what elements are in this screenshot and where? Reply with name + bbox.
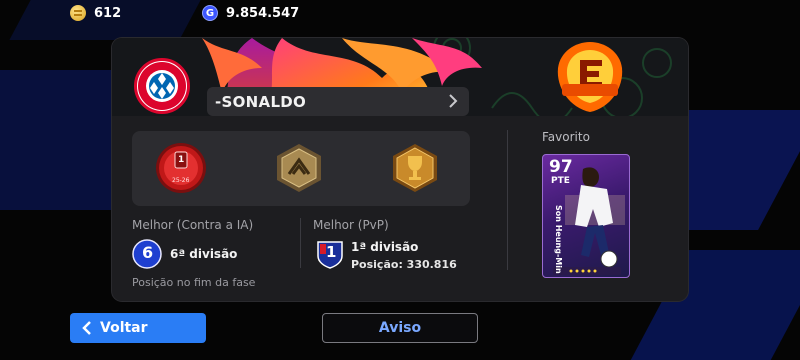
coin-icon	[70, 5, 86, 21]
coins-counter: 612	[70, 5, 121, 21]
best-ai-division: 6ª divisão	[170, 247, 238, 261]
season-division-1-trophy[interactable]	[155, 142, 207, 194]
favorite-label: Favorito	[542, 130, 590, 144]
back-button[interactable]: Voltar	[70, 313, 206, 343]
notice-button[interactable]: Aviso	[322, 313, 478, 343]
best-pvp-division: 1ª divisão	[351, 240, 419, 254]
favorite-player-card[interactable]: 97 PTE Son Heung-Min	[542, 154, 630, 278]
gp-icon: G	[202, 5, 218, 21]
gold-hexagon-trophy[interactable]	[389, 142, 441, 194]
bronze-hexagon-emblem[interactable]	[273, 142, 325, 194]
player-name: Son Heung-Min	[554, 205, 563, 274]
player-rating: 97	[549, 157, 573, 177]
divider	[507, 130, 508, 270]
profile-card: -SONALDO 1 25-26 Melhor (Contra a IA) 6 …	[112, 38, 688, 301]
username-text: -SONALDO	[215, 92, 307, 111]
divider	[300, 218, 301, 268]
back-label: Voltar	[100, 320, 148, 336]
efootball-logo	[557, 42, 623, 112]
notice-label: Aviso	[378, 320, 422, 336]
player-position: PTE	[551, 176, 570, 186]
trophy-rank: 1	[178, 155, 185, 165]
best-pvp-label: Melhor (PvP)	[313, 218, 389, 232]
trophy-panel: 1 25-26	[132, 131, 470, 206]
division-6-number: 6	[142, 243, 154, 262]
trophy-season: 25-26	[172, 177, 190, 184]
best-ai-footnote: Posição no fim da fase	[132, 276, 256, 289]
gp-counter: G 9.854.547	[202, 5, 299, 21]
division-1-number: 1	[326, 243, 337, 261]
best-ai-label: Melhor (Contra a IA)	[132, 218, 254, 232]
gp-value: 9.854.547	[226, 5, 300, 21]
club-logo	[134, 58, 190, 114]
best-pvp-position: Posição: 330.816	[351, 258, 457, 271]
chevron-right-icon	[449, 94, 458, 108]
coins-value: 612	[94, 5, 122, 21]
chevron-left-icon	[82, 321, 91, 335]
username-button[interactable]: -SONALDO	[207, 87, 469, 116]
